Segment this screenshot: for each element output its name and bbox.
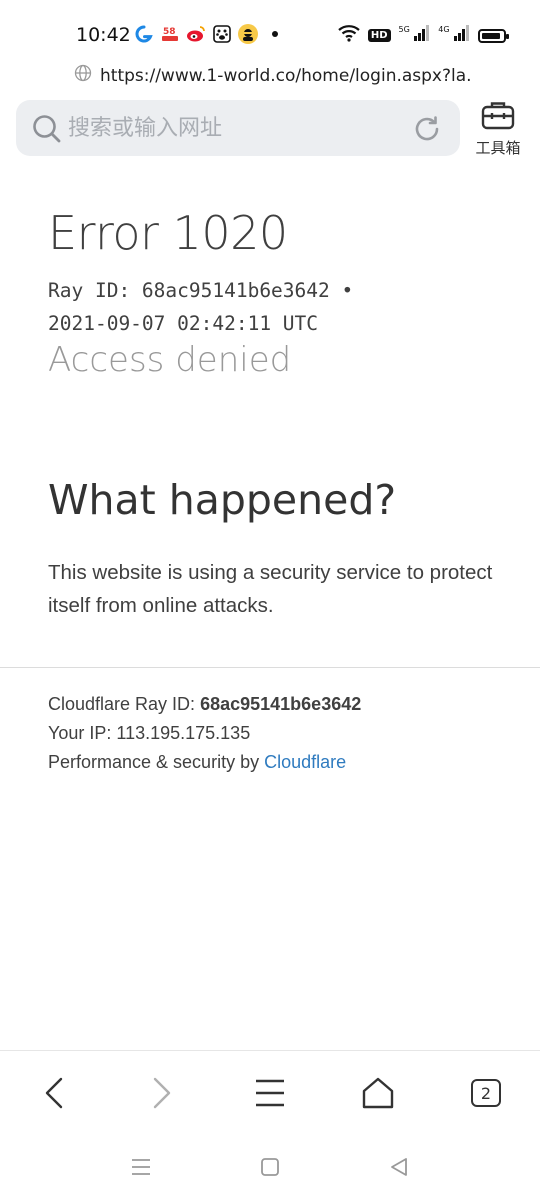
signal-4g-icon: 4G [438,25,470,46]
search-icon [32,114,62,149]
refresh-icon[interactable] [412,114,442,149]
ray-id-line: Ray ID: 68ac95141b6e3642 • [48,279,354,302]
chevron-right-icon [153,1077,171,1109]
baidu-app-icon [212,24,232,44]
notification-icons: 58 [134,24,278,44]
svg-text:58: 58 [163,27,176,37]
bottom-nav-separator [0,1050,540,1051]
system-back-button[interactable] [384,1152,414,1182]
system-icons: HD 5G 4G [338,24,509,47]
footer-ray-value: 68ac95141b6e3642 [200,694,362,714]
footer-performance: Performance & security by Cloudflare [48,752,347,772]
more-notifications-dot [272,31,278,37]
ray-timestamp-line: 2021-09-07 02:42:11 UTC [48,312,319,335]
toolbox-button[interactable]: 工具箱 [470,100,526,160]
globe-icon [74,64,92,87]
triangle-back-icon [391,1158,407,1176]
footer-ip-value: 113.195.175.135 [116,723,251,743]
footer-ip: Your IP: 113.195.175.135 [48,723,251,743]
access-denied-subtitle: Access denied [48,340,292,380]
status-bar: 10:42 58 HD 5G 4G [0,0,540,62]
forward-button[interactable] [135,1066,189,1120]
description-text: This website is using a security service… [48,561,493,617]
avatar-app-icon [238,24,258,44]
weibo-app-icon [186,24,206,44]
menu-button[interactable] [243,1066,297,1120]
recent-apps-icon [132,1159,150,1175]
back-button[interactable] [27,1066,81,1120]
hd-badge: HD [367,29,391,42]
error-title: Error 1020 [48,206,288,260]
home-icon [362,1077,394,1109]
58-app-icon: 58 [160,24,180,44]
system-recent-apps-button[interactable] [126,1152,156,1182]
footer-ray-id: Cloudflare Ray ID: 68ac95141b6e3642 [48,694,362,714]
tabs-count: 2 [471,1079,501,1107]
ray-id-block: Ray ID: 68ac95141b6e3642 • 2021-09-07 02… [48,274,353,340]
wifi-icon [338,24,360,47]
home-button[interactable] [351,1066,405,1120]
what-happened-heading: What happened? [48,476,397,524]
signal-5g-icon: 5G [399,25,431,46]
url-display[interactable]: https://www.1-world.co/home/login.aspx?l… [74,64,470,87]
toolbox-label: 工具箱 [475,139,521,157]
search-input[interactable] [68,100,398,156]
menu-icon [256,1079,284,1107]
browser-app-icon [134,24,154,44]
cloudflare-link[interactable]: Cloudflare [264,752,346,772]
url-text: https://www.1-world.co/home/login.aspx?l… [100,65,470,86]
system-home-button[interactable] [255,1152,285,1182]
search-bar[interactable] [16,100,460,156]
battery-icon [478,28,509,43]
square-home-icon [261,1158,279,1176]
toolbox-icon [481,102,515,134]
cloudflare-footer: Cloudflare Ray ID: 68ac95141b6e3642 Your… [48,690,361,777]
chevron-left-icon [45,1077,63,1109]
tabs-button[interactable]: 2 [459,1066,513,1120]
divider [0,667,540,668]
status-time: 10:42 [76,24,131,46]
